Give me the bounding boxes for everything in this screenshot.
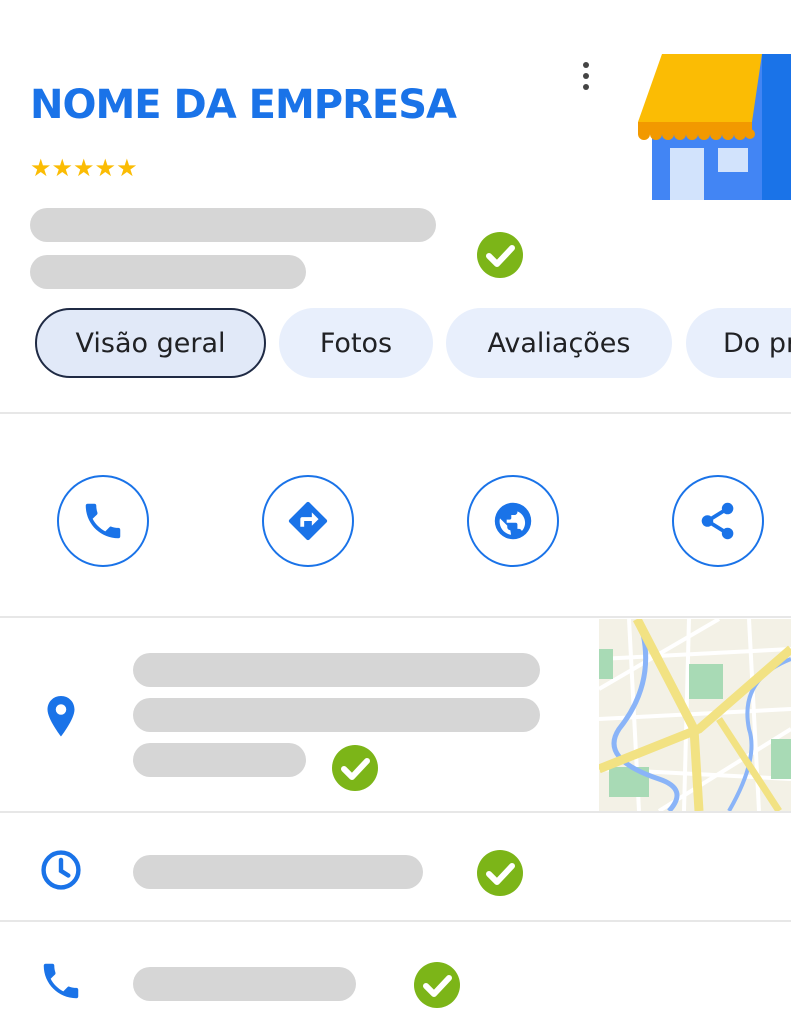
location-pin-icon [47, 696, 75, 737]
divider [0, 616, 791, 618]
tab-overview[interactable]: Visão geral [35, 308, 266, 378]
share-button[interactable] [672, 475, 764, 567]
tab-bar: Visão geral Fotos Avaliações Do propriet… [0, 304, 791, 384]
rating-stars: ★★★★★ [30, 154, 138, 182]
clock-icon [41, 850, 81, 890]
verified-check-icon [414, 962, 460, 1008]
divider [0, 811, 791, 813]
address-line-placeholder [133, 743, 306, 777]
tab-from-owner[interactable]: Do proprietário [686, 308, 791, 378]
share-icon [701, 502, 734, 540]
globe-icon [494, 502, 532, 540]
verified-check-icon [477, 232, 523, 278]
phone-icon [85, 503, 121, 539]
address-placeholder [30, 208, 436, 242]
directions-icon [288, 501, 328, 541]
verified-check-icon [332, 745, 378, 791]
storefront-icon [638, 54, 791, 200]
address-line-placeholder [133, 653, 540, 687]
phone-placeholder [133, 967, 356, 1001]
category-placeholder [30, 255, 306, 289]
divider [0, 412, 791, 414]
address-line-placeholder [133, 698, 540, 732]
divider [0, 920, 791, 922]
verified-check-icon [477, 850, 523, 896]
website-button[interactable] [467, 475, 559, 567]
tab-reviews[interactable]: Avaliações [446, 308, 672, 378]
call-button[interactable] [57, 475, 149, 567]
tab-photos[interactable]: Fotos [279, 308, 433, 378]
directions-button[interactable] [262, 475, 354, 567]
hours-placeholder [133, 855, 423, 889]
more-options-icon[interactable] [574, 58, 598, 94]
business-name: NOME DA EMPRESA [30, 82, 457, 128]
phone-icon [43, 963, 79, 999]
map-thumbnail[interactable] [599, 619, 791, 811]
